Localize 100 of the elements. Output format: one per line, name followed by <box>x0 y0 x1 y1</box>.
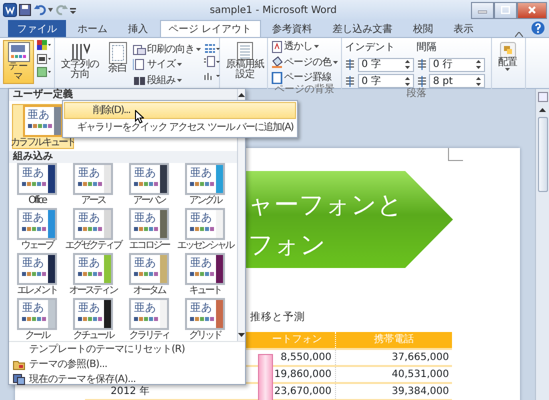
columns-button[interactable]: 段組み <box>133 74 200 86</box>
menu-item[interactable]: テーマの参照(B)... <box>9 357 245 372</box>
theme-thumbnail[interactable]: 亜あ <box>129 163 169 195</box>
theme-thumbnail[interactable]: 亜あ <box>185 208 225 240</box>
size-button[interactable]: サイズ <box>133 58 200 71</box>
theme-thumbnail[interactable]: 亜あ <box>129 208 169 240</box>
color-swatches-icon <box>22 182 49 186</box>
scroll-up-icon[interactable] <box>539 108 546 112</box>
theme-thumbnail[interactable]: 亜あ <box>73 253 113 285</box>
scroll-thumb[interactable] <box>538 117 548 192</box>
page-color-button[interactable]: ページの色 <box>271 56 338 68</box>
color-swatches-icon <box>78 272 105 276</box>
theme-button[interactable]: テーマ <box>3 40 34 84</box>
ribbon-tab[interactable]: ファイル <box>8 20 66 37</box>
vertical-scrollbar[interactable] <box>535 89 549 400</box>
close-icon <box>528 6 536 14</box>
ribbon-tab[interactable]: ページ レイアウト <box>160 20 261 37</box>
spin-arrows-icon[interactable] <box>476 60 481 69</box>
ribbon-tab[interactable]: 差し込み文書 <box>324 20 402 37</box>
ruler-toggle-icon[interactable] <box>538 92 548 102</box>
maximize-button[interactable] <box>494 2 516 18</box>
breaks-icon[interactable] <box>204 42 220 54</box>
ribbon-tab[interactable]: 校閲 <box>404 20 442 37</box>
save-theme-icon <box>13 374 25 385</box>
customize-icon[interactable] <box>70 6 76 14</box>
scroll-up-icon[interactable] <box>238 93 245 97</box>
theme-effects-icon[interactable] <box>37 67 51 78</box>
theme-thumbnail[interactable]: 亜あ <box>185 298 225 330</box>
text-direction-button[interactable]: 文字列の 方向 <box>58 40 102 86</box>
caret-icon <box>314 45 318 48</box>
ribbon-tab[interactable]: 挿入 <box>119 20 157 37</box>
banner-text: ャーフォンと <box>248 189 404 221</box>
caret-icon <box>196 48 200 50</box>
theme-name: クチュール <box>73 330 113 341</box>
spin-field[interactable]: 0 字 <box>358 58 414 72</box>
save-icon[interactable] <box>19 4 31 16</box>
color-swatches-icon <box>134 272 161 276</box>
orientation-icon <box>133 42 146 56</box>
sample-text: 亜あ <box>190 256 213 269</box>
theme-thumbnail[interactable]: 亜あ <box>129 253 169 285</box>
theme-thumbnail[interactable]: 亜あ <box>17 163 57 195</box>
manuscript-settings-button[interactable]: 原稿用紙 設定 <box>223 40 267 82</box>
margins-button[interactable]: 余白 <box>105 40 130 86</box>
spin-arrows-icon[interactable] <box>476 76 481 86</box>
theme-thumbnail[interactable]: 亜あ <box>17 298 57 330</box>
theme-name: グリッド <box>189 330 221 341</box>
ribbon-tab[interactable]: ホーム <box>68 20 116 37</box>
theme-icon <box>8 42 30 62</box>
arrange-button[interactable]: 配置 <box>495 40 520 78</box>
crop-mark-icon <box>448 148 463 161</box>
theme-thumbnail[interactable]: 亜あ <box>22 104 62 136</box>
close-button[interactable] <box>516 2 546 18</box>
spin-field[interactable]: 0 行 <box>429 58 485 72</box>
theme-thumbnail[interactable]: 亜あ <box>17 253 57 285</box>
indent-left-icon <box>345 59 355 70</box>
spin-arrows-icon[interactable] <box>404 60 410 69</box>
menu-item[interactable]: 削除(D)... <box>64 102 296 119</box>
theme-thumbnail[interactable]: 亜あ <box>185 163 225 195</box>
color-swatches-icon <box>190 272 217 276</box>
undo-icon[interactable] <box>34 4 46 16</box>
theme-thumbnail[interactable]: 亜あ <box>73 163 113 195</box>
theme-thumbnail[interactable]: 亜あ <box>17 208 57 240</box>
theme-colors-icon[interactable] <box>37 40 51 51</box>
theme-thumbnail[interactable]: 亜あ <box>73 298 113 330</box>
theme-thumbnail[interactable]: 亜あ <box>129 298 169 330</box>
sample-text: 亜あ <box>78 166 101 179</box>
color-swatches-icon <box>78 227 105 231</box>
menu-item[interactable]: ギャラリーをクイック アクセス ツール バーに追加(A) <box>64 119 296 136</box>
ribbon-tab[interactable]: 参考資料 <box>263 20 322 37</box>
color-swatches-icon <box>190 182 217 186</box>
section-heading: ユーザー定義 <box>9 89 237 101</box>
collapse-ribbon-icon[interactable] <box>514 32 522 37</box>
spin-arrows-icon[interactable] <box>404 76 410 86</box>
theme-name: オータム <box>133 285 165 296</box>
watermark-button[interactable]: 透かし <box>271 40 338 53</box>
table-cell: 39,384,000 <box>392 386 449 397</box>
theme-thumbnail[interactable]: 亜あ <box>185 253 225 285</box>
spacing-after-icon <box>416 76 426 86</box>
scroll-down-icon[interactable] <box>238 333 245 337</box>
ribbon-tab[interactable]: 表示 <box>444 20 483 37</box>
menu-item[interactable]: 現在のテーマを保存(A)... <box>9 372 245 387</box>
field-label: インデント <box>345 41 396 55</box>
theme-thumbnail[interactable]: 亜あ <box>73 208 113 240</box>
app-icon <box>2 3 16 17</box>
caret-icon[interactable] <box>48 8 53 12</box>
color-swatches-icon <box>190 317 217 321</box>
arrange-icon <box>500 42 516 58</box>
spin-field[interactable]: 0 字 <box>358 74 414 88</box>
line-numbers-icon[interactable] <box>204 56 220 67</box>
color-swatches-icon <box>22 317 49 321</box>
text-direction-icon <box>70 42 90 60</box>
table-cell: 23,670,000 <box>274 386 332 397</box>
orientation-button[interactable]: 印刷の向き <box>133 42 200 56</box>
sample-text: 亜あ <box>190 301 213 314</box>
theme-fonts-icon[interactable] <box>37 54 51 64</box>
spin-field[interactable]: 8 pt <box>429 74 485 88</box>
minimize-button[interactable] <box>470 2 494 18</box>
page-borders-button[interactable]: ページ罫線 <box>271 71 338 84</box>
table-cell: 40,531,000 <box>392 368 449 380</box>
help-icon[interactable] <box>531 21 545 35</box>
